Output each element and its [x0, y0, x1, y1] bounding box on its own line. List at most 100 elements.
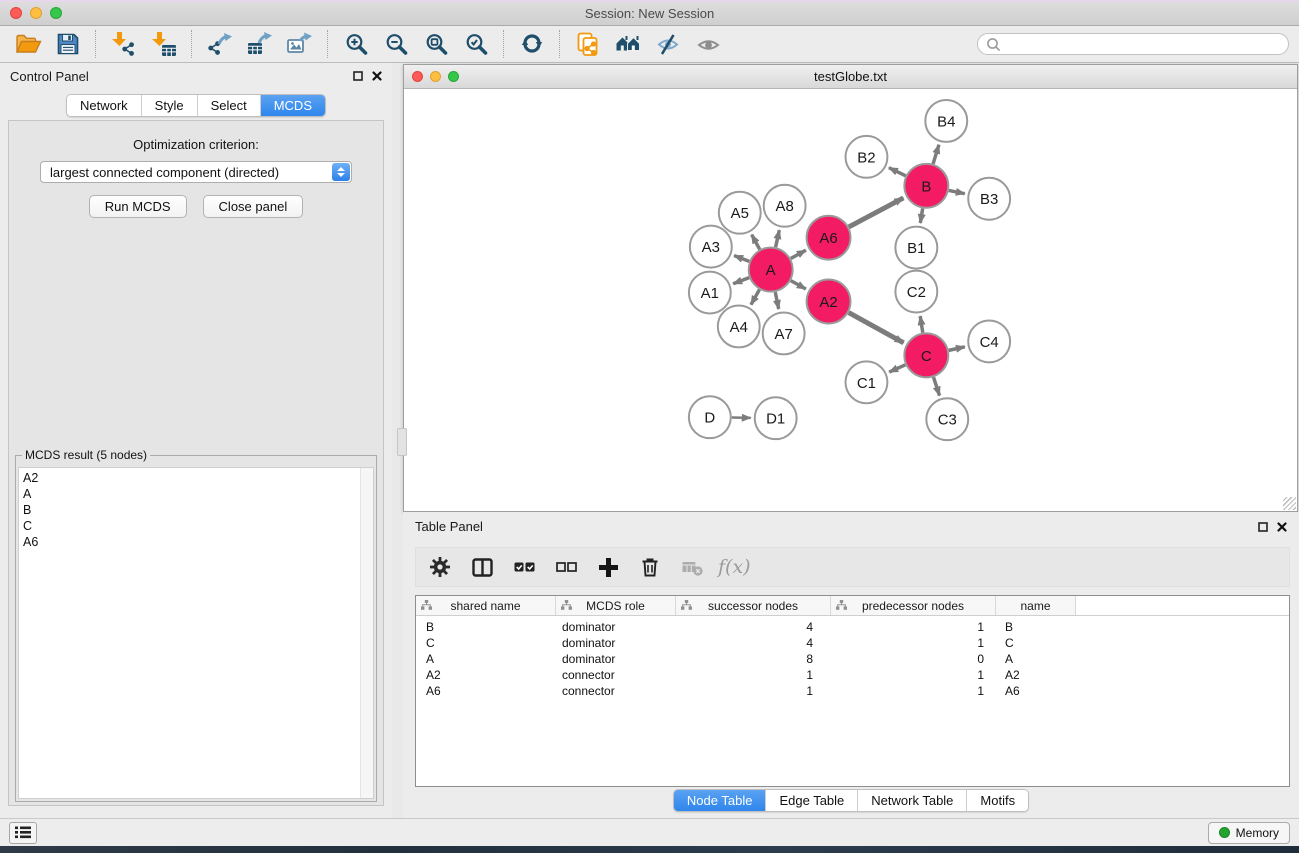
- network-graph[interactable]: B4B2BB3A8A5A6B1A3AC2A1A2A4A7C4CC1C3DD1: [404, 89, 1297, 511]
- memory-button[interactable]: Memory: [1208, 822, 1290, 844]
- delete-table-button[interactable]: [676, 551, 708, 583]
- zoom-selected-button[interactable]: [456, 28, 496, 60]
- maximize-network-window-button[interactable]: [448, 71, 459, 82]
- close-panel-button[interactable]: [372, 71, 382, 81]
- tab-style[interactable]: Style: [141, 95, 197, 116]
- graph-edge-C-C3[interactable]: [933, 377, 939, 395]
- float-panel-button[interactable]: [353, 71, 363, 81]
- select-all-rows-button[interactable]: [508, 551, 540, 583]
- table-row[interactable]: C dominator 4 1 C: [416, 635, 1289, 651]
- import-table-button[interactable]: [144, 28, 184, 60]
- graph-edge-A6-B[interactable]: [849, 198, 904, 227]
- starter-panel-button[interactable]: [608, 28, 648, 60]
- list-item[interactable]: A: [19, 486, 373, 502]
- list-item[interactable]: B: [19, 502, 373, 518]
- list-item[interactable]: C: [19, 518, 373, 534]
- result-list-scrollbar[interactable]: [360, 468, 373, 798]
- toolbar-separator: [559, 30, 561, 58]
- graph-node-label: A8: [776, 198, 794, 215]
- graph-edge-A-A5[interactable]: [752, 235, 760, 250]
- zoom-out-button[interactable]: [376, 28, 416, 60]
- graph-edge-A-A1[interactable]: [733, 278, 749, 284]
- close-window-button[interactable]: [10, 7, 22, 19]
- window-resize-grip[interactable]: [1283, 497, 1296, 510]
- close-table-panel-button[interactable]: [1277, 522, 1287, 532]
- function-builder-button[interactable]: f(x): [718, 551, 751, 583]
- zoom-fit-button[interactable]: [416, 28, 456, 60]
- app-title: Session: New Session: [585, 6, 714, 21]
- eye-icon: [697, 33, 720, 56]
- save-session-button[interactable]: [48, 28, 88, 60]
- tab-mcds[interactable]: MCDS: [260, 95, 325, 116]
- graph-edge-C-C2[interactable]: [920, 316, 923, 333]
- tab-edge-table[interactable]: Edge Table: [765, 790, 857, 811]
- import-network-button[interactable]: [104, 28, 144, 60]
- export-table-button[interactable]: [240, 28, 280, 60]
- table-row[interactable]: A dominator 8 0 A: [416, 651, 1289, 667]
- graph-node-label: C3: [938, 412, 957, 429]
- graph-edge-C-C1[interactable]: [889, 365, 905, 372]
- create-column-button[interactable]: [592, 551, 624, 583]
- deselect-all-rows-button[interactable]: [550, 551, 582, 583]
- column-header-name[interactable]: name: [996, 596, 1076, 615]
- table-row[interactable]: A6 connector 1 1 A6: [416, 683, 1289, 699]
- app-manager-button[interactable]: [568, 28, 608, 60]
- horizontal-splitter-handle[interactable]: [397, 428, 407, 456]
- float-table-panel-button[interactable]: [1258, 522, 1268, 532]
- checked-boxes-icon: [514, 558, 535, 576]
- hide-graphics-details-button[interactable]: [648, 28, 688, 60]
- graph-edge-A-A2[interactable]: [791, 281, 806, 289]
- export-network-button[interactable]: [200, 28, 240, 60]
- close-network-window-button[interactable]: [412, 71, 423, 82]
- search-box[interactable]: [977, 33, 1289, 55]
- unchecked-boxes-icon: [556, 558, 577, 576]
- graph-edge-C-C4[interactable]: [949, 347, 965, 351]
- open-session-button[interactable]: [8, 28, 48, 60]
- minimize-network-window-button[interactable]: [430, 71, 441, 82]
- list-item[interactable]: A2: [19, 470, 373, 486]
- table-header-row: shared name MCDS role successor nodes: [416, 596, 1289, 616]
- column-header-predecessor-nodes[interactable]: predecessor nodes: [831, 596, 996, 615]
- show-graphics-details-button[interactable]: [688, 28, 728, 60]
- graph-edge-B-B4[interactable]: [933, 145, 939, 164]
- table-panel-title: Table Panel: [415, 519, 483, 534]
- graph-edge-B-B2[interactable]: [889, 168, 906, 176]
- cell-successor-nodes: 4: [676, 636, 831, 650]
- cell-predecessor-nodes: 1: [831, 668, 996, 682]
- search-input[interactable]: [1005, 36, 1280, 52]
- graph-edge-B-B3[interactable]: [949, 190, 965, 193]
- graph-edge-A-A7[interactable]: [775, 292, 778, 309]
- table-settings-button[interactable]: [424, 551, 456, 583]
- column-header-successor-nodes[interactable]: successor nodes: [676, 596, 831, 615]
- houses-icon: [616, 32, 640, 56]
- tab-node-table[interactable]: Node Table: [674, 790, 766, 811]
- close-panel-action-button[interactable]: Close panel: [203, 195, 304, 218]
- graph-edge-A-A6[interactable]: [791, 250, 806, 258]
- tab-select[interactable]: Select: [197, 95, 260, 116]
- run-mcds-button[interactable]: Run MCDS: [89, 195, 187, 218]
- zoom-in-button[interactable]: [336, 28, 376, 60]
- apply-layout-button[interactable]: [512, 28, 552, 60]
- graph-edge-A2-C[interactable]: [849, 313, 904, 343]
- graph-edge-B-B1[interactable]: [920, 208, 922, 223]
- tab-network-table[interactable]: Network Table: [857, 790, 966, 811]
- column-header-shared-name[interactable]: shared name: [416, 596, 556, 615]
- graph-edge-A-A4[interactable]: [751, 290, 759, 305]
- network-window-titlebar[interactable]: testGlobe.txt: [404, 65, 1297, 89]
- fullscreen-window-button[interactable]: [50, 7, 62, 19]
- show-columns-button[interactable]: [466, 551, 498, 583]
- export-image-button[interactable]: [280, 28, 320, 60]
- table-row[interactable]: A2 connector 1 1 A2: [416, 667, 1289, 683]
- tab-network[interactable]: Network: [67, 95, 141, 116]
- graph-edge-A-A8[interactable]: [776, 230, 780, 247]
- criterion-select[interactable]: largest connected component (directed): [40, 161, 352, 183]
- tab-motifs[interactable]: Motifs: [966, 790, 1028, 811]
- show-task-history-button[interactable]: [9, 822, 37, 844]
- column-header-mcds-role[interactable]: MCDS role: [556, 596, 676, 615]
- graph-edge-A-A3[interactable]: [734, 256, 749, 262]
- list-item[interactable]: A6: [19, 534, 373, 550]
- delete-column-button[interactable]: [634, 551, 666, 583]
- network-canvas[interactable]: B4B2BB3A8A5A6B1A3AC2A1A2A4A7C4CC1C3DD1: [404, 89, 1297, 511]
- table-row[interactable]: B dominator 4 1 B: [416, 619, 1289, 635]
- minimize-window-button[interactable]: [30, 7, 42, 19]
